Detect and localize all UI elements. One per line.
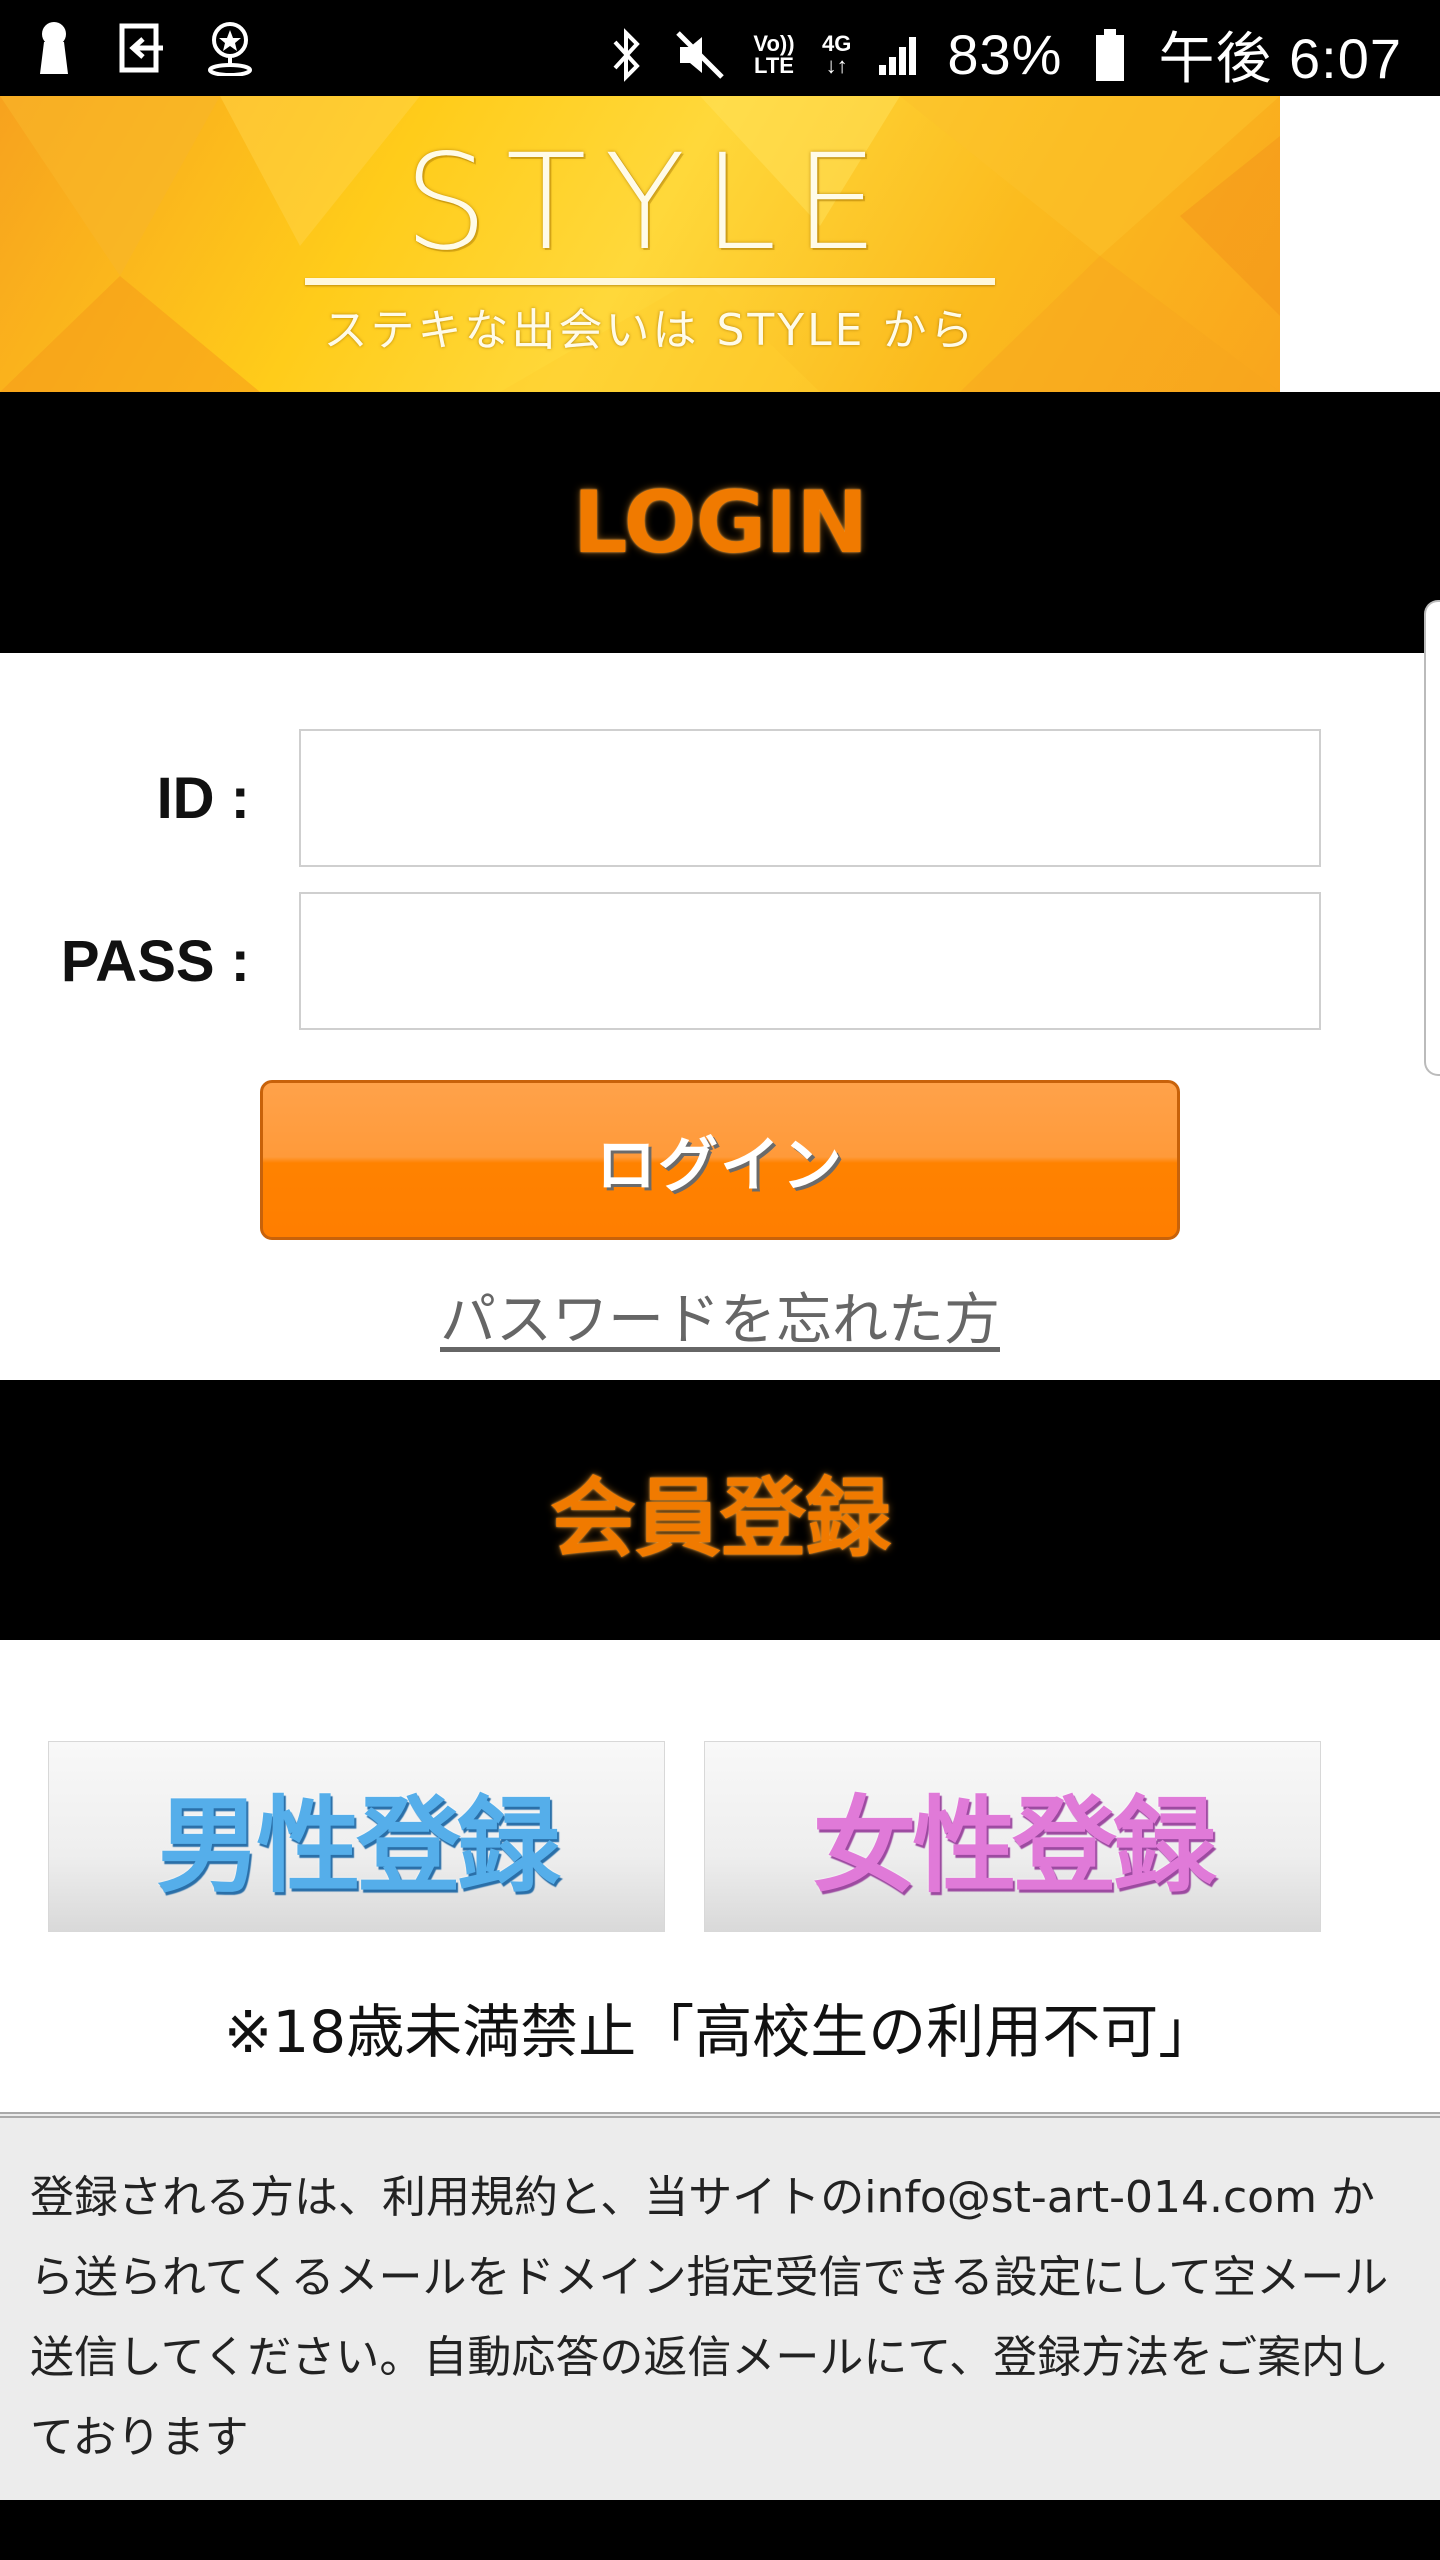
banner-title: STYLE — [404, 126, 896, 280]
id-label: ID : — [156, 766, 250, 831]
status-left-icons — [28, 20, 256, 76]
login-header-text: LOGIN — [572, 472, 868, 573]
bottom-bar — [0, 2500, 1440, 2560]
network-label: 4G — [821, 30, 852, 56]
login-button-label: ログイン — [596, 1130, 844, 1201]
notice-text: 登録される方は、利用規約と、当サイトのinfo@st-art-014.com か… — [30, 2172, 1390, 2463]
banner-side-blank — [1280, 96, 1440, 392]
exit-app-icon — [116, 20, 168, 76]
network-4g-icon: 4G ↓↑ — [821, 30, 852, 78]
login-button[interactable]: ログイン — [260, 1080, 1180, 1240]
register-header-text: 会員登録 — [550, 1468, 891, 1569]
style-banner[interactable]: STYLE ステキな出会いは STYLE から — [0, 96, 1280, 392]
registration-notice: 登録される方は、利用規約と、当サイトのinfo@st-art-014.com か… — [0, 2112, 1440, 2500]
status-bar: Vo)) LTE 4G ↓↑ 83% 午後 6:07 — [0, 0, 1440, 96]
battery-percent: 83% — [947, 23, 1063, 86]
mute-icon — [674, 27, 726, 83]
location-star-icon — [204, 20, 256, 76]
status-right-icons: Vo)) LTE 4G ↓↑ 83% 午後 6:07 — [600, 14, 1402, 95]
volte-label: Vo)) LTE — [753, 30, 795, 78]
male-register-label: 男性登録 — [156, 1785, 560, 1907]
password-input[interactable] — [299, 892, 1321, 1030]
banner-subtitle: ステキな出会いは STYLE から — [323, 305, 977, 356]
pass-label: PASS : — [60, 929, 250, 994]
login-header: LOGIN — [0, 392, 1440, 653]
battery-icon — [1084, 27, 1136, 83]
clock: 午後 6:07 — [1158, 27, 1402, 90]
banner-divider — [305, 278, 995, 285]
volte-icon: Vo)) LTE — [748, 30, 800, 78]
bluetooth-icon — [600, 27, 652, 83]
male-register-button[interactable]: 男性登録 — [48, 1741, 665, 1932]
female-register-label: 女性登録 — [812, 1785, 1216, 1907]
id-input[interactable] — [299, 729, 1321, 867]
keyhole-icon — [28, 20, 80, 76]
female-register-button[interactable]: 女性登録 — [704, 1741, 1321, 1932]
age-restriction-note: ※18歳未満禁止「高校生の利用不可」 — [223, 1998, 1217, 2066]
edge-panel-handle[interactable] — [1424, 600, 1440, 1076]
forgot-password-link[interactable]: パスワードを忘れた方 — [0, 1275, 1440, 1356]
register-header: 会員登録 — [0, 1380, 1440, 1640]
signal-icon — [873, 27, 925, 83]
